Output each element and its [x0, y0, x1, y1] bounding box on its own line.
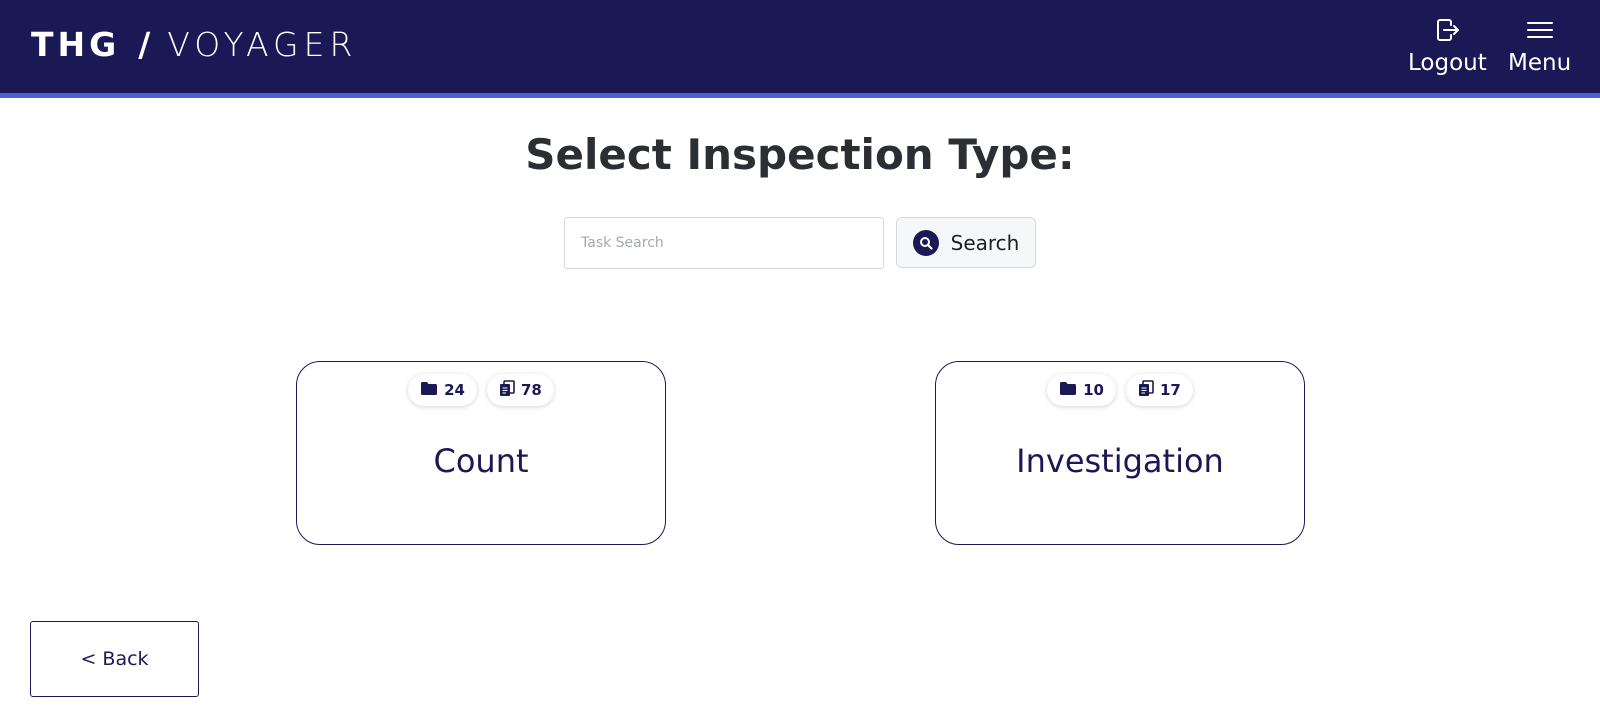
- menu-label: Menu: [1508, 50, 1572, 76]
- thg-voyager-logo[interactable]: THG / VOYAGER: [31, 24, 357, 64]
- folder-icon: [420, 381, 438, 400]
- page-title: Select Inspection Type:: [525, 130, 1075, 179]
- top-nav-bar: THG / VOYAGER Logout Menu: [0, 0, 1600, 98]
- card-label: Count: [433, 442, 529, 480]
- search-button-label: Search: [950, 230, 1020, 255]
- folder-count-badge: 10: [1047, 374, 1116, 406]
- logo-separator: /: [138, 24, 154, 64]
- folder-count: 10: [1083, 381, 1104, 399]
- task-search-input[interactable]: [564, 217, 884, 269]
- task-count-badge: 17: [1126, 374, 1193, 406]
- inspection-card-count[interactable]: 24 78 Count: [296, 361, 666, 545]
- search-button[interactable]: Search: [896, 217, 1036, 268]
- card-badges: 10 17: [936, 374, 1304, 406]
- logo-product: VOYAGER: [167, 24, 358, 64]
- clipboard-icon: [499, 379, 515, 401]
- task-count: 78: [521, 381, 542, 399]
- search-icon: [912, 229, 939, 256]
- folder-count: 24: [444, 381, 465, 399]
- logo-brand: THG: [31, 24, 121, 64]
- logout-label: Logout: [1408, 50, 1487, 76]
- logout-icon: [1434, 16, 1460, 48]
- task-count-badge: 78: [487, 374, 554, 406]
- folder-count-badge: 24: [408, 374, 477, 406]
- logout-button[interactable]: Logout: [1408, 16, 1487, 76]
- clipboard-icon: [1138, 379, 1154, 401]
- back-button[interactable]: < Back: [30, 621, 199, 697]
- hamburger-menu-icon: [1526, 16, 1554, 48]
- folder-icon: [1059, 381, 1077, 400]
- task-count: 17: [1160, 381, 1181, 399]
- inspection-card-investigation[interactable]: 10 17 Investigation: [935, 361, 1305, 545]
- card-badges: 24 78: [297, 374, 665, 406]
- card-label: Investigation: [1016, 442, 1224, 480]
- menu-button[interactable]: Menu: [1508, 16, 1571, 76]
